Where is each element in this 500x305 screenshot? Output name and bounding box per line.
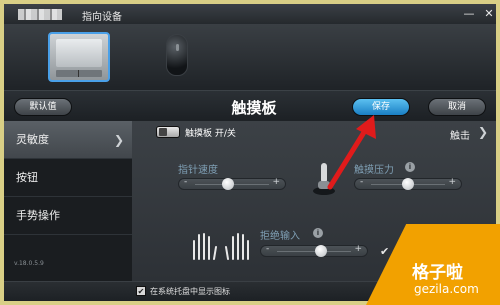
sidebar-item-label: 灵敏度 [16, 133, 49, 146]
tray-icon-label: 在系统托盘中显示图标 [150, 287, 230, 296]
touchpad-toggle-label: 触摸板 开/关 [185, 129, 236, 139]
touchpad-device-icon[interactable] [48, 32, 110, 82]
toolbar: 默认值 触摸板 保存 取消 [4, 90, 496, 120]
palm-hands-icon [193, 233, 249, 260]
version-label: v.18.0.5.9 [14, 260, 44, 267]
info-icon[interactable]: i [405, 162, 415, 172]
annotation-arrow [327, 115, 376, 190]
sidebar-item-label: 手势操作 [16, 209, 60, 222]
watermark-title: 格子啦 [412, 263, 463, 283]
plus-icon[interactable]: + [272, 177, 280, 187]
pointer-speed-label: 指针速度 [178, 165, 218, 176]
slider-track [277, 251, 351, 252]
title-bar: 指向设备 — ✕ [4, 4, 496, 24]
plus-icon[interactable]: + [354, 244, 362, 254]
window-title: 指向设备 [82, 12, 122, 23]
default-button[interactable]: 默认值 [14, 98, 72, 116]
palm-reject-label: 拒绝输入 [260, 231, 300, 242]
tray-icon-checkbox[interactable]: ✔ [136, 286, 146, 296]
tap-link[interactable]: 触击 [450, 127, 470, 142]
watermark-url: gezila.com [414, 282, 479, 296]
mouse-device-icon[interactable] [166, 34, 188, 76]
panel-title: 触摸板 [231, 99, 277, 117]
slider-thumb[interactable] [222, 178, 235, 190]
palm-reject-slider[interactable]: - + [260, 244, 368, 257]
device-strip [4, 24, 496, 90]
chevron-right-icon: ❯ [113, 133, 124, 147]
sidebar-item-label: 按钮 [16, 171, 38, 184]
sidebar: 灵敏度 ❯ 按钮 手势操作 [4, 121, 132, 281]
minus-icon[interactable]: - [184, 177, 187, 187]
slider-thumb[interactable] [402, 178, 414, 190]
info-icon[interactable]: i [313, 228, 323, 238]
cancel-button[interactable]: 取消 [428, 98, 486, 116]
chevron-right-icon[interactable]: ❯ [478, 125, 488, 139]
minus-icon[interactable]: - [266, 244, 269, 254]
sidebar-item-buttons[interactable]: 按钮 [4, 159, 132, 197]
app-logo [18, 9, 62, 20]
open-checkbox[interactable]: ✔ [380, 245, 389, 258]
minimize-button[interactable]: — [462, 7, 476, 21]
slider-thumb[interactable] [315, 245, 328, 257]
plus-icon[interactable]: + [448, 177, 456, 187]
sidebar-item-sensitivity[interactable]: 灵敏度 ❯ [4, 121, 132, 159]
touchpad-toggle[interactable] [156, 126, 180, 138]
pointer-speed-slider[interactable]: - + [178, 177, 286, 190]
close-button[interactable]: ✕ [482, 7, 496, 21]
sidebar-item-gestures[interactable]: 手势操作 [4, 197, 132, 235]
